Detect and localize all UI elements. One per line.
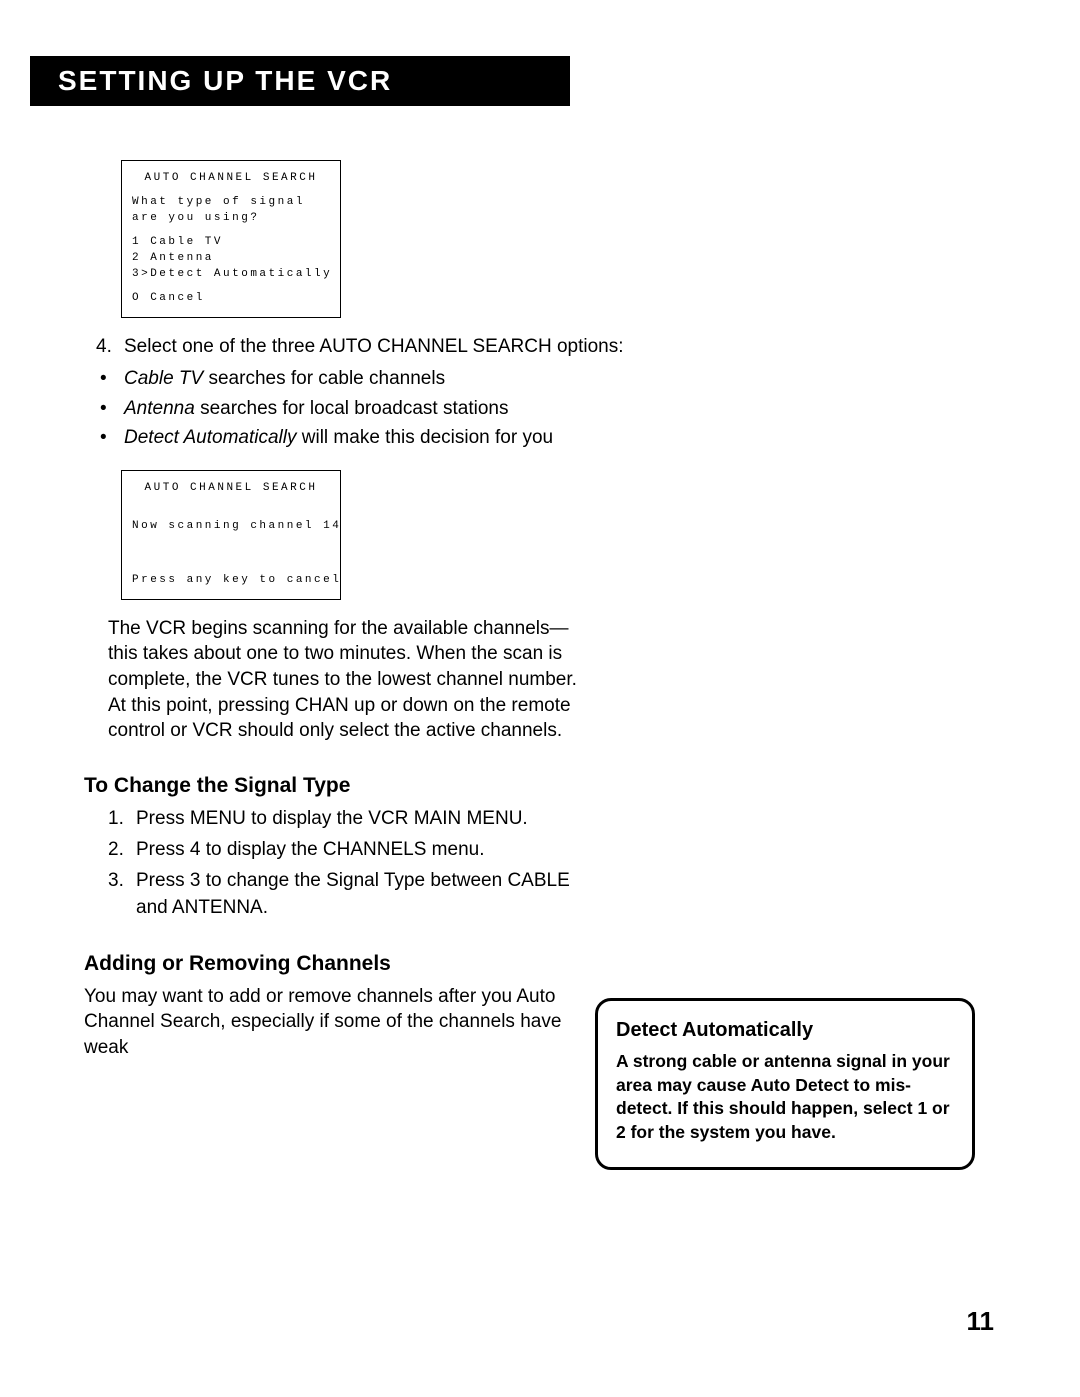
bullet-antenna-em: Antenna (124, 398, 195, 419)
signal-type-steps: 1. Press MENU to display the VCR MAIN ME… (108, 806, 628, 922)
add-remove-para: You may want to add or remove channels a… (84, 984, 564, 1061)
bullet-dot-icon (96, 365, 124, 393)
osd1-options: 1 Cable TV 2 Antenna 3>Detect Automatica… (132, 235, 330, 283)
callout-box: Detect Automatically A strong cable or a… (595, 998, 975, 1170)
osd1-opt2: 2 Antenna (132, 251, 330, 267)
bullet-cable-rest: searches for cable channels (203, 368, 445, 389)
signal-step-2: 2. Press 4 to display the CHANNELS menu. (108, 837, 628, 864)
step-4-text: Select one of the three AUTO CHANNEL SEA… (124, 334, 624, 360)
callout-title: Detect Automatically (616, 1019, 954, 1042)
bullet-detect: Detect Automatically will make this deci… (96, 424, 628, 452)
signal-step-1-num: 1. (108, 806, 136, 833)
main-content: AUTO CHANNEL SEARCH What type of signal … (108, 160, 628, 1061)
bullet-antenna-rest: searches for local broadcast stations (195, 398, 509, 419)
osd-screen-1: AUTO CHANNEL SEARCH What type of signal … (121, 160, 341, 318)
signal-step-1-text: Press MENU to display the VCR MAIN MENU. (136, 806, 528, 833)
osd-screen-2: AUTO CHANNEL SEARCH Now scanning channel… (121, 470, 341, 600)
bullet-dot-icon (96, 395, 124, 423)
scan-paragraph: The VCR begins scanning for the availabl… (108, 616, 598, 744)
signal-step-3: 3. Press 3 to change the Signal Type bet… (108, 868, 628, 922)
osd1-cancel: O Cancel (132, 291, 330, 307)
callout-body: A strong cable or antenna signal in your… (616, 1050, 954, 1145)
signal-step-2-num: 2. (108, 837, 136, 864)
osd1-opt3: 3>Detect Automatically (132, 267, 330, 283)
bullet-antenna: Antenna searches for local broadcast sta… (96, 395, 628, 423)
bullet-cable-text: Cable TV searches for cable channels (124, 365, 445, 393)
osd2-mid: Now scanning channel 14 (132, 519, 330, 535)
signal-step-3-text: Press 3 to change the Signal Type betwee… (136, 868, 576, 922)
osd1-q2: are you using? (132, 211, 330, 227)
bullet-detect-em: Detect Automatically (124, 427, 296, 448)
bullet-detect-text: Detect Automatically will make this deci… (124, 424, 553, 452)
step-4-number: 4. (96, 334, 124, 360)
subhead-signal-type: To Change the Signal Type (84, 774, 628, 798)
osd1-q1: What type of signal (132, 195, 330, 211)
page: Setting Up the VCR AUTO CHANNEL SEARCH W… (0, 0, 1080, 1397)
section-header-bar: Setting Up the VCR (30, 56, 570, 106)
osd1-title: AUTO CHANNEL SEARCH (132, 171, 330, 187)
page-number: 11 (967, 1306, 995, 1337)
osd1-opt1: 1 Cable TV (132, 235, 330, 251)
subhead-add-remove: Adding or Removing Channels (84, 952, 628, 976)
section-title: Setting Up the VCR (58, 65, 392, 97)
osd2-foot: Press any key to cancel (132, 573, 330, 589)
signal-step-2-text: Press 4 to display the CHANNELS menu. (136, 837, 485, 864)
bullet-dot-icon (96, 424, 124, 452)
step-4: 4. Select one of the three AUTO CHANNEL … (96, 334, 628, 360)
signal-step-1: 1. Press MENU to display the VCR MAIN ME… (108, 806, 628, 833)
bullet-detect-rest: will make this decision for you (296, 427, 553, 448)
bullet-cable-em: Cable TV (124, 368, 203, 389)
signal-step-3-num: 3. (108, 868, 136, 922)
osd1-question: What type of signal are you using? (132, 195, 330, 227)
bullet-cable: Cable TV searches for cable channels (96, 365, 628, 393)
bullet-antenna-text: Antenna searches for local broadcast sta… (124, 395, 508, 423)
osd2-title: AUTO CHANNEL SEARCH (132, 481, 330, 497)
